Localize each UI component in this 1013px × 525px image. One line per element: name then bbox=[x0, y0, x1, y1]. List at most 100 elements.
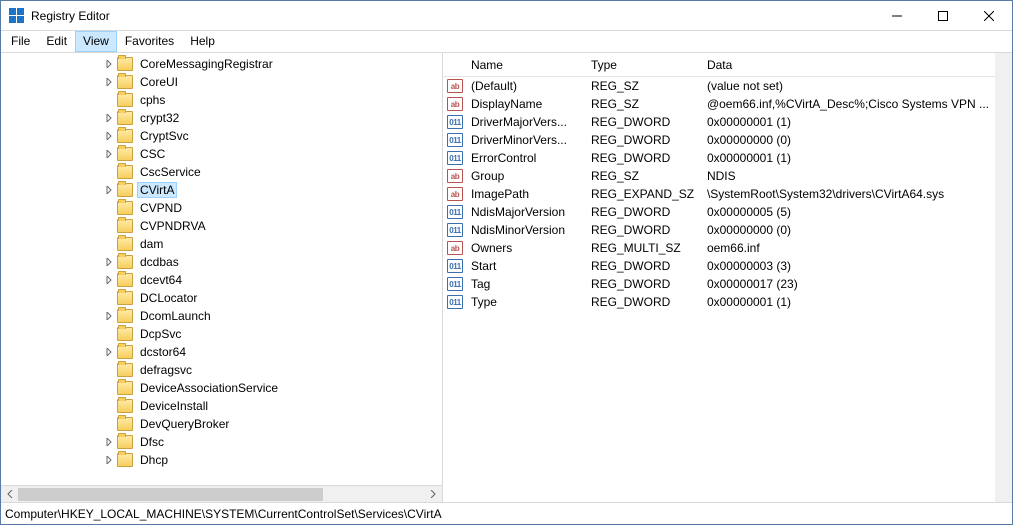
value-row[interactable]: 011TypeREG_DWORD0x00000001 (1) bbox=[443, 293, 995, 311]
tree-item[interactable]: defragsvc bbox=[1, 361, 442, 379]
close-button[interactable] bbox=[966, 1, 1012, 30]
menu-edit[interactable]: Edit bbox=[38, 31, 75, 52]
tree-item-label[interactable]: dam bbox=[137, 237, 166, 251]
tree-item[interactable]: CoreUI bbox=[1, 73, 442, 91]
tree-item-label[interactable]: dcdbas bbox=[137, 255, 182, 269]
value-row[interactable]: abOwnersREG_MULTI_SZoem66.inf bbox=[443, 239, 995, 257]
tree-item[interactable]: CVPNDRVA bbox=[1, 217, 442, 235]
tree-item[interactable]: DcomLaunch bbox=[1, 307, 442, 325]
values-list[interactable]: ab(Default)REG_SZ(value not set)abDispla… bbox=[443, 77, 995, 502]
tree-item[interactable]: CVirtA bbox=[1, 181, 442, 199]
menu-view[interactable]: View bbox=[75, 31, 117, 52]
col-header-data[interactable]: Data bbox=[701, 54, 995, 76]
values-vscrollbar[interactable] bbox=[995, 53, 1012, 502]
tree-item[interactable]: cphs bbox=[1, 91, 442, 109]
tree-item[interactable]: dcdbas bbox=[1, 253, 442, 271]
tree-item-label[interactable]: dcstor64 bbox=[137, 345, 189, 359]
menu-help[interactable]: Help bbox=[182, 31, 223, 52]
tree-item-label[interactable]: CVirtA bbox=[137, 182, 177, 198]
binary-value-icon: 011 bbox=[447, 133, 463, 147]
tree-item[interactable]: CVPND bbox=[1, 199, 442, 217]
value-row[interactable]: 011ErrorControlREG_DWORD0x00000001 (1) bbox=[443, 149, 995, 167]
tree-item-label[interactable]: DCLocator bbox=[137, 291, 200, 305]
tree-item[interactable]: Dhcp bbox=[1, 451, 442, 469]
twisty-closed-icon[interactable] bbox=[101, 114, 117, 122]
value-data: @oem66.inf,%CVirtA_Desc%;Cisco Systems V… bbox=[701, 97, 995, 111]
value-row[interactable]: abDisplayNameREG_SZ@oem66.inf,%CVirtA_De… bbox=[443, 95, 995, 113]
twisty-closed-icon[interactable] bbox=[101, 150, 117, 158]
tree-item-label[interactable]: DcomLaunch bbox=[137, 309, 214, 323]
twisty-closed-icon[interactable] bbox=[101, 78, 117, 86]
tree-item-label[interactable]: CoreUI bbox=[137, 75, 181, 89]
menu-file[interactable]: File bbox=[3, 31, 38, 52]
tree-item[interactable]: dcstor64 bbox=[1, 343, 442, 361]
twisty-closed-icon[interactable] bbox=[101, 312, 117, 320]
tree-item[interactable]: DcpSvc bbox=[1, 325, 442, 343]
twisty-closed-icon[interactable] bbox=[101, 276, 117, 284]
tree-item[interactable]: CoreMessagingRegistrar bbox=[1, 55, 442, 73]
maximize-button[interactable] bbox=[920, 1, 966, 30]
tree-item-label[interactable]: CVPNDRVA bbox=[137, 219, 209, 233]
twisty-closed-icon[interactable] bbox=[101, 186, 117, 194]
value-row[interactable]: abImagePathREG_EXPAND_SZ\SystemRoot\Syst… bbox=[443, 185, 995, 203]
tree-item-label[interactable]: CscService bbox=[137, 165, 204, 179]
tree-item-label[interactable]: CoreMessagingRegistrar bbox=[137, 57, 276, 71]
value-type: REG_SZ bbox=[585, 169, 701, 183]
tree-item-label[interactable]: DeviceInstall bbox=[137, 399, 211, 413]
tree-item-label[interactable]: DevQueryBroker bbox=[137, 417, 232, 431]
twisty-closed-icon[interactable] bbox=[101, 348, 117, 356]
tree-item-label[interactable]: DcpSvc bbox=[137, 327, 184, 341]
scroll-left-button[interactable] bbox=[1, 486, 18, 503]
tree-pane: CoreMessagingRegistrar CoreUI cphs crypt32 C… bbox=[1, 53, 443, 502]
tree-item[interactable]: DeviceAssociationService bbox=[1, 379, 442, 397]
value-row[interactable]: 011DriverMinorVers...REG_DWORD0x00000000… bbox=[443, 131, 995, 149]
value-type: REG_DWORD bbox=[585, 277, 701, 291]
titlebar[interactable]: Registry Editor bbox=[1, 1, 1012, 31]
scroll-thumb[interactable] bbox=[18, 488, 323, 501]
twisty-closed-icon[interactable] bbox=[101, 132, 117, 140]
tree-item[interactable]: dcevt64 bbox=[1, 271, 442, 289]
tree-item[interactable]: CryptSvc bbox=[1, 127, 442, 145]
scroll-right-button[interactable] bbox=[425, 486, 442, 503]
value-row[interactable]: abGroupREG_SZNDIS bbox=[443, 167, 995, 185]
menu-favorites[interactable]: Favorites bbox=[117, 31, 182, 52]
tree-item[interactable]: Dfsc bbox=[1, 433, 442, 451]
tree-item-label[interactable]: Dhcp bbox=[137, 453, 171, 467]
value-type: REG_DWORD bbox=[585, 205, 701, 219]
tree-item-label[interactable]: dcevt64 bbox=[137, 273, 185, 287]
value-row[interactable]: 011StartREG_DWORD0x00000003 (3) bbox=[443, 257, 995, 275]
tree-item-label[interactable]: cphs bbox=[137, 93, 168, 107]
col-header-name[interactable]: Name bbox=[465, 54, 585, 76]
tree-item-label[interactable]: Dfsc bbox=[137, 435, 167, 449]
value-row[interactable]: 011DriverMajorVers...REG_DWORD0x00000001… bbox=[443, 113, 995, 131]
value-row[interactable]: 011NdisMinorVersionREG_DWORD0x00000000 (… bbox=[443, 221, 995, 239]
twisty-closed-icon[interactable] bbox=[101, 456, 117, 464]
tree-item-label[interactable]: DeviceAssociationService bbox=[137, 381, 281, 395]
value-type: REG_SZ bbox=[585, 79, 701, 93]
tree-item[interactable]: CscService bbox=[1, 163, 442, 181]
twisty-closed-icon[interactable] bbox=[101, 258, 117, 266]
tree-item[interactable]: DevQueryBroker bbox=[1, 415, 442, 433]
value-row[interactable]: 011NdisMajorVersionREG_DWORD0x00000005 (… bbox=[443, 203, 995, 221]
folder-icon bbox=[117, 201, 133, 215]
value-row[interactable]: ab(Default)REG_SZ(value not set) bbox=[443, 77, 995, 95]
tree-item-label[interactable]: CSC bbox=[137, 147, 168, 161]
tree-item[interactable]: DeviceInstall bbox=[1, 397, 442, 415]
tree-scroll[interactable]: CoreMessagingRegistrar CoreUI cphs crypt32 C… bbox=[1, 53, 442, 485]
tree-item[interactable]: dam bbox=[1, 235, 442, 253]
tree-item[interactable]: CSC bbox=[1, 145, 442, 163]
twisty-closed-icon[interactable] bbox=[101, 438, 117, 446]
col-header-type[interactable]: Type bbox=[585, 54, 701, 76]
value-row[interactable]: 011TagREG_DWORD0x00000017 (23) bbox=[443, 275, 995, 293]
tree-item[interactable]: DCLocator bbox=[1, 289, 442, 307]
tree-item-label[interactable]: CVPND bbox=[137, 201, 185, 215]
tree-item[interactable]: crypt32 bbox=[1, 109, 442, 127]
folder-icon bbox=[117, 237, 133, 251]
tree-item-label[interactable]: crypt32 bbox=[137, 111, 182, 125]
twisty-closed-icon[interactable] bbox=[101, 60, 117, 68]
minimize-button[interactable] bbox=[874, 1, 920, 30]
scroll-track[interactable] bbox=[18, 486, 425, 503]
tree-hscrollbar[interactable] bbox=[1, 485, 442, 502]
tree-item-label[interactable]: defragsvc bbox=[137, 363, 195, 377]
tree-item-label[interactable]: CryptSvc bbox=[137, 129, 192, 143]
